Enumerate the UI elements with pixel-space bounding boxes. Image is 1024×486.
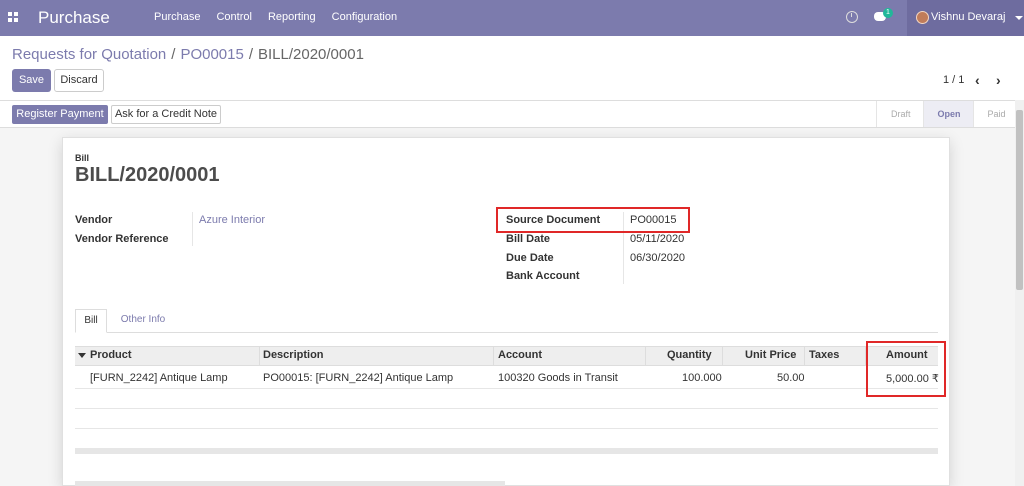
app-brand[interactable]: Purchase bbox=[38, 8, 110, 28]
column-unit-price[interactable]: Unit Price bbox=[745, 349, 796, 361]
breadcrumb-requests-for-quotation[interactable]: Requests for Quotation bbox=[12, 46, 166, 63]
activity-clock-icon[interactable] bbox=[846, 11, 858, 23]
breadcrumb-separator: / bbox=[171, 46, 176, 63]
register-payment-button[interactable]: Register Payment bbox=[12, 105, 108, 124]
table-row-divider bbox=[75, 428, 938, 429]
tab-other-info[interactable]: Other Info bbox=[113, 309, 173, 333]
column-divider bbox=[493, 346, 494, 366]
user-menu[interactable]: Vishnu Devaraj bbox=[907, 0, 1024, 36]
menu-item-control[interactable]: Control bbox=[216, 11, 251, 23]
amount-column-highlight bbox=[866, 341, 946, 397]
pager-next-icon[interactable]: › bbox=[996, 72, 1001, 88]
tabs-divider bbox=[75, 332, 938, 333]
message-count-badge: 1 bbox=[883, 8, 893, 18]
vendor-reference-label: Vendor Reference bbox=[75, 233, 169, 245]
main-menu: Purchase Control Reporting Configuration bbox=[154, 11, 397, 23]
column-description[interactable]: Description bbox=[263, 349, 324, 361]
chevron-down-icon bbox=[1015, 16, 1023, 20]
table-row-divider bbox=[75, 388, 938, 389]
column-divider bbox=[645, 346, 646, 366]
cell-quantity[interactable]: 100.000 bbox=[682, 372, 722, 384]
stage-open[interactable]: Open bbox=[922, 101, 973, 127]
column-divider bbox=[259, 346, 260, 366]
menu-item-reporting[interactable]: Reporting bbox=[268, 11, 316, 23]
breadcrumb: Requests for Quotation / PO00015/BILL/2020… bbox=[12, 46, 364, 63]
pager-value: 1 / 1 bbox=[943, 74, 965, 86]
cell-description[interactable]: PO00015: [FURN_2242] Antique Lamp bbox=[263, 372, 453, 384]
status-bar: Register Payment Ask for a Credit Note D… bbox=[0, 100, 1015, 128]
breadcrumb-current: BILL/2020/0001 bbox=[258, 46, 364, 63]
discard-button[interactable]: Discard bbox=[54, 69, 104, 92]
credit-note-button[interactable]: Ask for a Credit Note bbox=[111, 105, 221, 124]
source-document-highlight bbox=[496, 207, 690, 233]
breadcrumb-separator: / bbox=[248, 46, 253, 63]
tab-bill[interactable]: Bill bbox=[75, 309, 107, 333]
stage-paid[interactable]: Paid bbox=[972, 101, 1018, 127]
column-product[interactable]: Product bbox=[90, 349, 132, 361]
vertical-scrollbar[interactable] bbox=[1015, 100, 1024, 486]
cell-account[interactable]: 100320 Goods in Transit bbox=[498, 372, 618, 384]
table-row-divider bbox=[75, 408, 938, 409]
field-divider bbox=[192, 212, 193, 246]
table-footer bbox=[75, 448, 938, 454]
bank-account-label: Bank Account bbox=[506, 270, 580, 282]
pager-previous-icon[interactable]: ‹ bbox=[975, 72, 980, 88]
column-divider bbox=[804, 346, 805, 366]
due-date-field[interactable]: 06/30/2020 bbox=[630, 252, 685, 264]
breadcrumb-po[interactable]: PO00015 bbox=[180, 46, 243, 63]
cell-unit-price[interactable]: 50.00 bbox=[777, 372, 805, 384]
bill-date-label: Bill Date bbox=[506, 233, 551, 245]
user-name: Vishnu Devaraj bbox=[931, 11, 1006, 23]
control-panel: Requests for Quotation / PO00015/BILL/2020… bbox=[0, 36, 1024, 100]
stage-draft[interactable]: Draft bbox=[876, 101, 923, 127]
save-button[interactable]: Save bbox=[12, 69, 51, 92]
column-taxes[interactable]: Taxes bbox=[809, 349, 839, 361]
vendor-field[interactable]: Azure Interior bbox=[199, 214, 265, 226]
avatar bbox=[916, 11, 929, 24]
page-title: BILL/2020/0001 bbox=[75, 164, 220, 186]
due-date-label: Due Date bbox=[506, 252, 554, 264]
column-divider bbox=[722, 346, 723, 366]
apps-menu-icon[interactable] bbox=[8, 12, 20, 24]
top-navbar: Purchase Purchase Control Reporting Conf… bbox=[0, 0, 1024, 36]
bill-date-field[interactable]: 05/11/2020 bbox=[630, 233, 684, 245]
scrollbar-thumb[interactable] bbox=[1016, 110, 1023, 290]
status-stages: Draft Open Paid bbox=[876, 101, 1018, 127]
menu-item-purchase[interactable]: Purchase bbox=[154, 11, 200, 23]
menu-item-configuration[interactable]: Configuration bbox=[332, 11, 397, 23]
totals-table-header bbox=[75, 481, 505, 486]
column-account[interactable]: Account bbox=[498, 349, 542, 361]
document-type-label: Bill bbox=[75, 153, 90, 163]
cell-product[interactable]: [FURN_2242] Antique Lamp bbox=[90, 372, 228, 384]
sort-caret-icon[interactable] bbox=[78, 353, 86, 358]
vendor-label: Vendor bbox=[75, 214, 113, 226]
form-sheet bbox=[62, 137, 950, 486]
column-quantity[interactable]: Quantity bbox=[667, 349, 712, 361]
